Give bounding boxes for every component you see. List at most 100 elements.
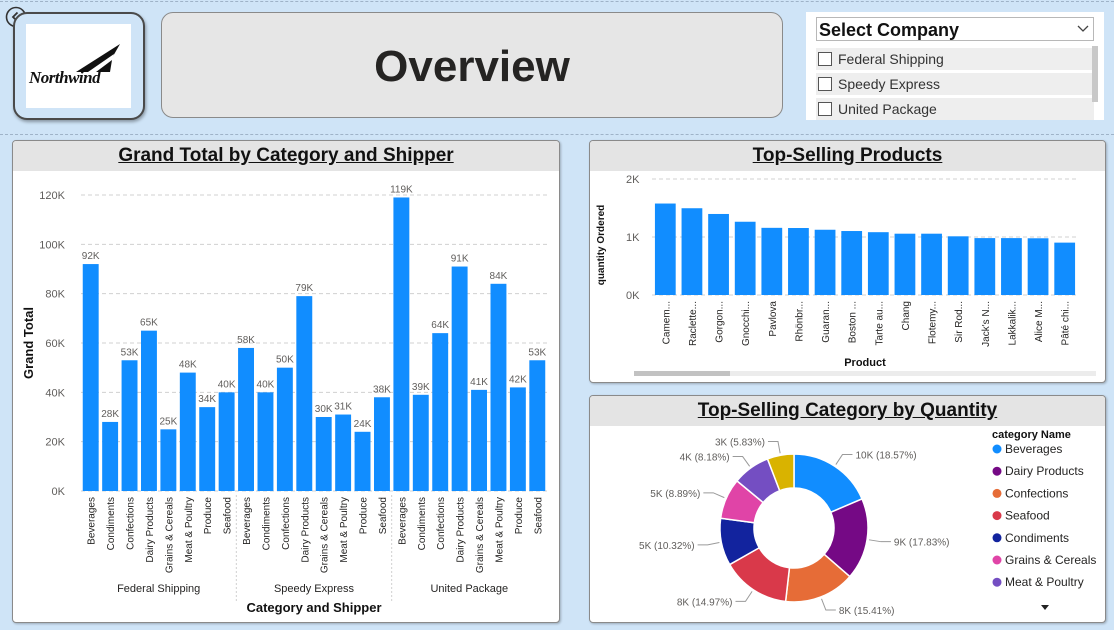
bar — [490, 283, 507, 491]
grand-total-chart-panel: Grand Total by Category and Shipper 0K 20… — [12, 140, 560, 623]
divider-dotted — [0, 134, 1114, 135]
bar — [393, 197, 410, 491]
company-slicer[interactable]: Select Company Federal Shipping Speedy E… — [806, 12, 1104, 120]
data-label: 53K — [121, 347, 139, 358]
checkbox[interactable] — [818, 52, 832, 66]
category-quantity-donut[interactable]: 10K (18.57%) 9K (17.83%) 8K (15.41%) 8K (14… — [590, 426, 1105, 622]
y-tick-label: 1K — [626, 232, 640, 244]
slicer-title: Select Company — [819, 20, 960, 40]
group-label: Speedy Express — [274, 583, 355, 595]
leader-line — [868, 539, 891, 543]
legend-swatch — [992, 444, 1002, 454]
slice-label: 3K (5.83%) — [715, 437, 765, 448]
bar — [841, 231, 863, 295]
y-tick-label: 120K — [39, 190, 65, 202]
data-label: 41K — [470, 377, 488, 388]
x-axis-title: Category and Shipper — [246, 600, 381, 615]
legend-swatch — [992, 577, 1002, 587]
top-products-chart[interactable]: 0K 1K 2K Camem... Raclette... Gorgon... Gnocch… — [590, 171, 1105, 382]
bar — [471, 389, 488, 491]
leader-line — [697, 542, 720, 546]
x-tick-label: Lakkalik... — [1007, 301, 1018, 345]
x-tick-label: Grains & Cereals — [475, 497, 486, 573]
x-tick-label: Jack's N... — [981, 301, 992, 347]
slice-label: 5K (10.32%) — [639, 541, 695, 552]
chevron-down-icon[interactable] — [1077, 22, 1089, 34]
legend-swatch — [992, 488, 1002, 498]
y-tick-label: 60K — [45, 338, 65, 350]
legend-item: Condiments — [1005, 531, 1069, 545]
bar — [708, 213, 729, 295]
x-tick-label: Chang — [901, 301, 912, 330]
x-tick-label: Guaran... — [821, 301, 832, 343]
checkbox[interactable] — [818, 77, 832, 91]
x-tick-label: Condiments — [106, 497, 117, 550]
data-label: 42K — [509, 374, 527, 385]
page-title-card: Overview — [161, 12, 783, 118]
grand-total-chart[interactable]: 0K 20K 40K 60K 80K 100K 120K 92K Beverages 28K Con… — [13, 171, 559, 622]
bar — [257, 392, 274, 491]
bar — [451, 266, 468, 491]
leader-line — [821, 598, 836, 611]
y-axis-title: Grand Total — [21, 307, 36, 379]
legend-item: Meat & Poultry — [1005, 575, 1084, 589]
logo-text: Northwind — [29, 68, 101, 87]
slicer-dropdown[interactable]: Select Company — [816, 17, 1094, 41]
data-label: 64K — [431, 320, 449, 331]
bar — [238, 347, 255, 491]
caret-down-icon[interactable] — [1041, 605, 1049, 610]
legend-swatch — [992, 511, 1002, 521]
x-tick-label: Meat & Poultry — [339, 497, 350, 563]
leader-line — [732, 456, 751, 467]
y-tick-label: 20K — [45, 437, 65, 449]
x-tick-label: Alice M... — [1034, 301, 1045, 342]
logo-card[interactable]: Northwind — [13, 12, 145, 120]
top-dotted-border — [0, 1, 1114, 2]
x-tick-label: Condiments — [261, 497, 272, 550]
top-products-chart-panel: Top-Selling Products 0K 1K 2K Camem... Racle… — [589, 140, 1106, 383]
bar — [734, 221, 756, 295]
bar — [1001, 238, 1022, 295]
slicer-item-speedy-express[interactable]: Speedy Express — [816, 73, 1094, 95]
data-label: 34K — [198, 394, 216, 405]
x-tick-label: Dairy Products — [145, 497, 156, 563]
data-label: 84K — [490, 271, 508, 282]
bar — [140, 330, 157, 491]
slice-label: 4K (8.18%) — [680, 453, 730, 464]
y-tick-label: 40K — [45, 387, 65, 399]
bar — [921, 233, 942, 295]
horizontal-scrollbar-thumb[interactable] — [634, 371, 730, 376]
x-tick-label: Boston ... — [848, 301, 859, 343]
bar — [82, 264, 99, 491]
bar — [315, 417, 332, 491]
checkbox[interactable] — [818, 102, 832, 116]
data-label: 40K — [218, 379, 236, 390]
x-tick-label: Seafood — [533, 497, 544, 534]
y-axis-title: quantity Ordered — [596, 205, 607, 286]
bar — [354, 431, 371, 491]
data-label: 119K — [390, 184, 413, 195]
data-label: 40K — [257, 379, 275, 390]
x-tick-label: Sir Rod... — [954, 301, 965, 343]
slicer-item-united-package[interactable]: United Package — [816, 98, 1094, 120]
x-tick-label: Meat & Poultry — [184, 497, 195, 563]
x-tick-label: Grains & Cereals — [320, 497, 331, 573]
data-label: 38K — [373, 384, 391, 395]
legend-swatch — [992, 533, 1002, 543]
x-tick-label: Seafood — [223, 497, 234, 534]
slicer-scrollbar[interactable] — [1092, 46, 1098, 102]
data-label: 48K — [179, 360, 197, 371]
category-quantity-chart-panel: Top-Selling Category by Quantity 10K (18… — [589, 395, 1106, 623]
x-tick-label: Pavlova — [768, 301, 779, 337]
legend-item: Dairy Products — [1005, 464, 1084, 478]
bar — [276, 367, 293, 491]
slice-label: 8K (14.97%) — [677, 597, 733, 608]
chart-title: Top-Selling Category by Quantity — [590, 396, 1105, 426]
bar — [412, 394, 429, 491]
slicer-item-federal-shipping[interactable]: Federal Shipping — [816, 48, 1094, 70]
slicer-item-label: United Package — [838, 101, 937, 117]
x-tick-label: Gorgon... — [715, 301, 726, 343]
bar — [788, 228, 809, 295]
bar — [296, 296, 313, 491]
slice-label: 5K (8.89%) — [650, 489, 700, 500]
